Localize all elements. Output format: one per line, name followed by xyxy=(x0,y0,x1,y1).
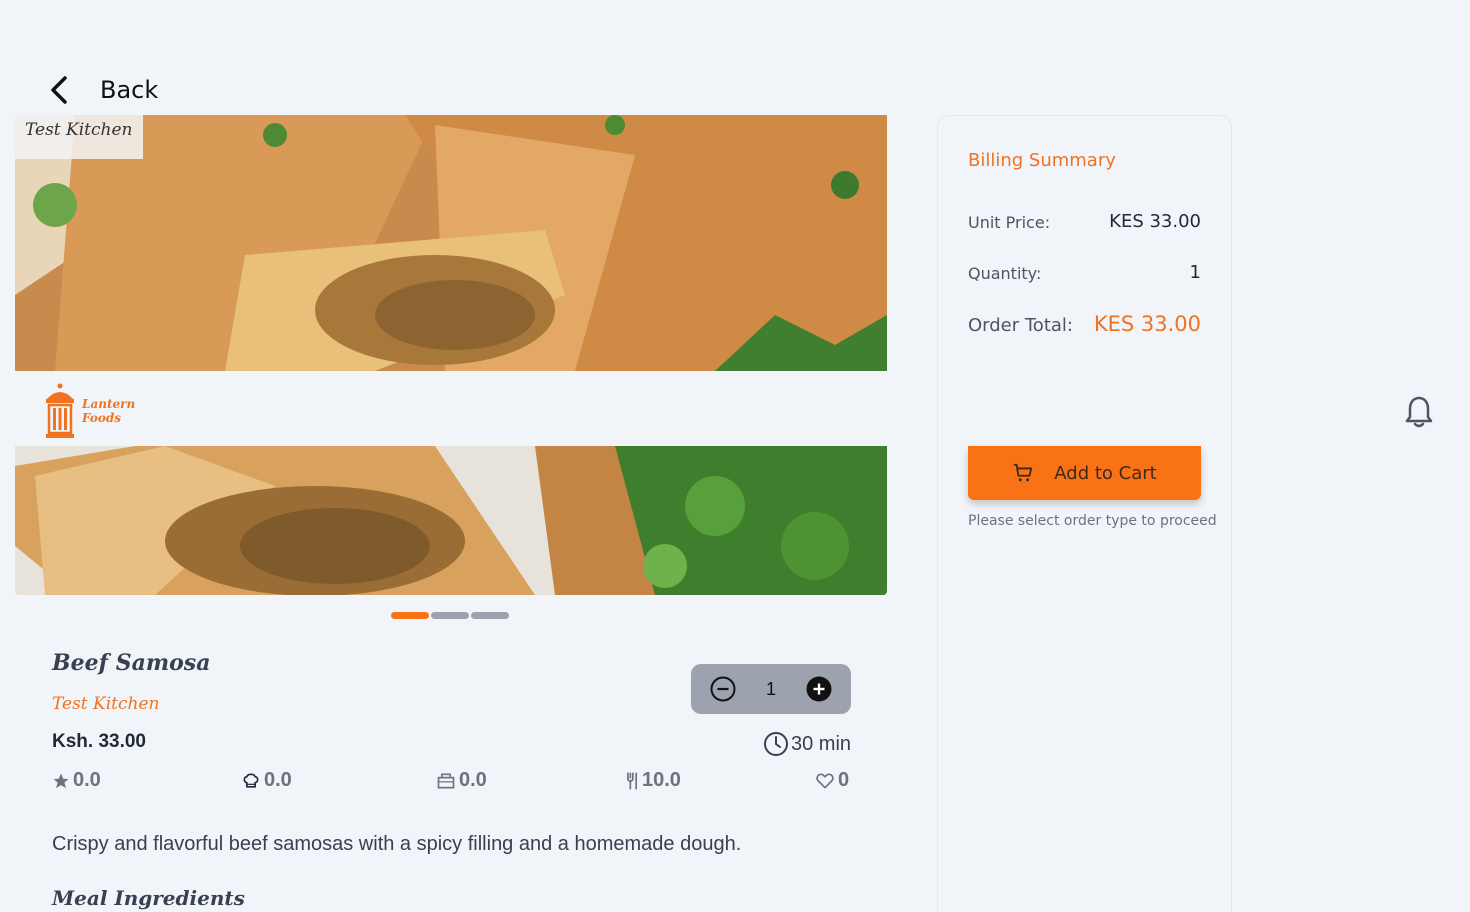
increase-button[interactable] xyxy=(806,676,832,702)
clock-icon xyxy=(764,732,788,756)
quantity-summary-value: 1 xyxy=(1189,262,1201,283)
plus-circle-icon xyxy=(806,676,832,702)
carousel-dot[interactable] xyxy=(431,612,469,619)
lantern-icon xyxy=(46,383,74,438)
back-button[interactable]: Back xyxy=(46,74,158,106)
notifications-button[interactable] xyxy=(1404,395,1434,434)
packaging-rating-stat: 0.0 xyxy=(436,769,487,792)
chef-hat-icon xyxy=(243,773,259,788)
prep-time-value: 30 min xyxy=(791,732,852,755)
chevron-left-icon xyxy=(51,76,67,104)
add-to-cart-label: Add to Cart xyxy=(1054,462,1157,484)
unit-price-value: KES 33.00 xyxy=(1109,211,1201,232)
carousel-indicators xyxy=(391,612,509,619)
product-price: Ksh. 33.00 xyxy=(52,731,146,752)
decrease-button[interactable] xyxy=(710,676,736,702)
top-navbar xyxy=(0,371,1470,446)
kitchen-tag: Test Kitchen xyxy=(15,115,143,159)
brand-name-line2: Foods xyxy=(82,411,122,425)
rating-stat: 0.0 xyxy=(52,769,101,792)
logo[interactable]: Lantern Foods xyxy=(44,383,135,439)
likes-value: 0 xyxy=(838,769,850,791)
order-total-value: KES 33.00 xyxy=(1093,312,1201,336)
order-type-note: Please select order type to proceed xyxy=(968,513,1217,529)
package-icon xyxy=(437,773,455,788)
cart-icon xyxy=(1014,463,1033,482)
add-to-cart-button[interactable]: Add to Cart xyxy=(968,446,1201,500)
prep-time: 30 min xyxy=(763,731,851,757)
carousel-dot[interactable] xyxy=(471,612,509,619)
meal-image-lower xyxy=(15,446,887,595)
star-icon xyxy=(53,773,69,788)
carousel-dot[interactable] xyxy=(391,612,429,619)
meal-image xyxy=(15,115,887,371)
rating-value: 0.0 xyxy=(73,769,101,791)
heart-icon xyxy=(816,773,834,788)
quantity-label: Quantity: xyxy=(968,264,1042,283)
packaging-rating-value: 0.0 xyxy=(459,769,487,791)
utensils-icon xyxy=(627,772,637,789)
brand-name-line1: Lantern xyxy=(82,397,136,411)
billing-title: Billing Summary xyxy=(968,150,1116,171)
likes-stat[interactable]: 0 xyxy=(815,769,849,792)
chef-rating-stat: 0.0 xyxy=(241,769,292,792)
ingredients-heading: Meal Ingredients xyxy=(52,886,245,910)
back-label: Back xyxy=(100,76,159,104)
meal-rating-value: 10.0 xyxy=(642,769,681,791)
quantity-value: 1 xyxy=(765,678,776,699)
bell-icon xyxy=(1405,396,1433,428)
unit-price-label: Unit Price: xyxy=(968,213,1051,232)
minus-circle-icon xyxy=(710,676,736,702)
product-title: Beef Samosa xyxy=(52,650,211,676)
chef-rating-value: 0.0 xyxy=(264,769,292,791)
product-description: Crispy and flavorful beef samosas with a… xyxy=(52,833,742,855)
order-total-label: Order Total: xyxy=(968,315,1073,336)
kitchen-name[interactable]: Test Kitchen xyxy=(52,694,160,714)
quantity-stepper: 1 xyxy=(691,664,851,714)
meal-rating-stat: 10.0 xyxy=(625,769,681,792)
